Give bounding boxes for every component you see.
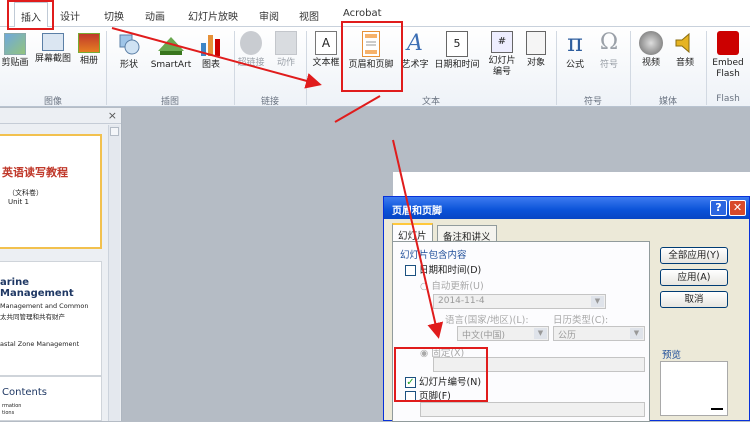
- group-label-links: 链接: [260, 97, 279, 107]
- smartart-icon: [156, 31, 186, 57]
- smartart-button[interactable]: SmartArt: [148, 31, 194, 71]
- highlight-insert-tab: [7, 0, 54, 30]
- group-label-image: 图像: [43, 97, 62, 107]
- checkbox-icon: [405, 265, 416, 276]
- slide-subtitle: （文科卷）: [8, 189, 43, 197]
- datetime-checkbox[interactable]: 日期和时间(D): [405, 262, 481, 276]
- hyperlink-button[interactable]: 超链接: [236, 31, 266, 69]
- album-icon: [78, 33, 100, 53]
- omega-icon: Ω: [599, 30, 619, 55]
- preview-slide-number-marker: [711, 408, 723, 410]
- dialog-title: 页眉和页脚: [392, 206, 442, 217]
- slide-title: arine Management: [0, 277, 74, 299]
- slide-title: Contents: [2, 387, 47, 398]
- chevron-down-icon: ▼: [630, 328, 643, 339]
- shapes-icon: [118, 31, 140, 57]
- dialog-titlebar: 页眉和页脚 ? ✕: [384, 197, 749, 219]
- tab-acrobat[interactable]: Acrobat: [343, 8, 382, 19]
- language-select[interactable]: 中文(中国) ▼: [457, 326, 549, 341]
- slide-text: astal Zone Management: [0, 340, 80, 348]
- close-button[interactable]: ✕: [729, 200, 746, 216]
- action-icon: [275, 31, 297, 55]
- screenshot-icon: [42, 33, 64, 51]
- object-button[interactable]: 对象: [522, 31, 550, 69]
- equation-button[interactable]: π 公式: [560, 29, 590, 71]
- globe-icon: [240, 31, 262, 55]
- action-button[interactable]: 动作: [272, 31, 300, 69]
- chart-icon: [199, 31, 223, 57]
- auto-update-radio[interactable]: ○ 自动更新(U): [420, 278, 484, 292]
- section-heading: 幻灯片包含内容: [400, 250, 467, 261]
- slide-thumbnail-1[interactable]: 英语读写教程 （文科卷） Unit 1: [0, 134, 102, 249]
- group-label-text: 文本: [421, 97, 440, 107]
- group-label-media: 媒体: [658, 97, 677, 107]
- film-reel-icon: [639, 31, 663, 55]
- embed-flash-button[interactable]: Embed Flash: [708, 31, 748, 80]
- slide-number-icon: #: [491, 31, 513, 53]
- slide-text: rmation: [2, 403, 22, 409]
- tab-animations[interactable]: 动画: [145, 8, 165, 23]
- audio-button[interactable]: 音频: [670, 31, 700, 69]
- slide-title: 英语读写教程: [2, 166, 68, 179]
- chevron-down-icon: ▼: [591, 296, 604, 307]
- object-icon: [526, 31, 546, 55]
- wordart-icon: A: [407, 31, 423, 56]
- group-label-illustrations: 插图: [160, 97, 179, 107]
- group-label-symbols: 符号: [583, 97, 602, 107]
- tab-transitions[interactable]: 切换: [104, 8, 124, 23]
- cancel-button[interactable]: 取消: [660, 291, 728, 308]
- screenshot-button[interactable]: 屏幕截图: [31, 33, 75, 65]
- textbox-button[interactable]: A 文本框: [310, 31, 342, 69]
- slide-number-button[interactable]: # 幻灯片 编号: [484, 31, 520, 78]
- album-button[interactable]: 相册: [76, 33, 102, 67]
- date-format-select[interactable]: 2014-11-4 ▼: [433, 294, 606, 309]
- clipart-button[interactable]: 剪贴画: [0, 33, 30, 69]
- tab-design[interactable]: 设计: [60, 8, 80, 23]
- group-label-flash: Flash: [716, 94, 740, 104]
- highlight-slide-number-option: [394, 347, 488, 402]
- tab-review[interactable]: 审阅: [259, 8, 279, 23]
- tab-slideshow[interactable]: 幻灯片放映: [188, 8, 238, 23]
- slide-text: Unit 1: [8, 198, 29, 206]
- wordart-button[interactable]: A 艺术字: [400, 31, 430, 71]
- footer-text-field[interactable]: [420, 402, 645, 417]
- speaker-icon: [673, 31, 697, 55]
- apply-button[interactable]: 应用(A): [660, 269, 728, 286]
- apply-all-button[interactable]: 全部应用(Y): [660, 247, 728, 264]
- datetime-button[interactable]: 5 日期和时间: [432, 31, 482, 71]
- slides-scrollbar[interactable]: [108, 125, 120, 421]
- scroll-up-icon[interactable]: [110, 127, 119, 136]
- tab-view[interactable]: 视图: [299, 8, 319, 23]
- slide-text: tions: [2, 410, 15, 416]
- symbol-button[interactable]: Ω 符号: [594, 29, 624, 71]
- preview-label: 预览: [662, 350, 682, 361]
- language-label: 语言(国家/地区)(L):: [445, 315, 529, 326]
- slide-text: 太共同管理和共有财产: [0, 313, 65, 321]
- shapes-button[interactable]: 形状: [112, 31, 146, 71]
- slide-text: Management and Common: [0, 302, 89, 310]
- calendar-icon: 5: [446, 31, 468, 57]
- chevron-down-icon: ▼: [534, 328, 547, 339]
- slides-pane-header: ×: [0, 108, 121, 124]
- calendar-label: 日历类型(C):: [553, 315, 609, 326]
- slide-thumbnail-3[interactable]: Contents rmation tions: [0, 376, 102, 421]
- slides-pane: × 英语读写教程 （文科卷） Unit 1 arine Management M…: [0, 108, 122, 421]
- textbox-icon: A: [315, 31, 337, 55]
- clipart-icon: [4, 33, 26, 55]
- chart-button[interactable]: 图表: [197, 31, 225, 71]
- help-button[interactable]: ?: [710, 200, 727, 216]
- video-button[interactable]: 视频: [636, 31, 666, 69]
- slide-canvas: [393, 172, 750, 196]
- slide-thumbnail-2[interactable]: arine Management Management and Common 太…: [0, 261, 102, 376]
- preview-box: [660, 361, 728, 416]
- calendar-select[interactable]: 公历 ▼: [553, 326, 645, 341]
- highlight-header-footer-button: [341, 21, 403, 92]
- pi-icon: π: [567, 29, 583, 57]
- close-pane-icon[interactable]: ×: [108, 109, 117, 122]
- flash-icon: [717, 31, 739, 55]
